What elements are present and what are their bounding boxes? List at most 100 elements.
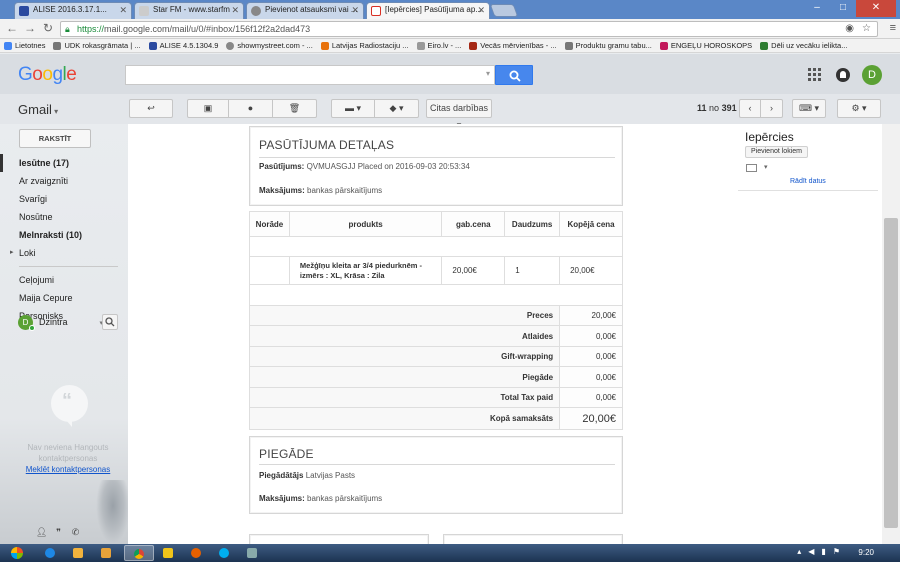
quantity-cell: 1 (504, 256, 561, 285)
nav-label-celojumi[interactable]: Ceļojumi (0, 271, 128, 289)
close-tab-icon[interactable]: ✕ (231, 5, 239, 16)
more-actions-button[interactable]: Citas darbības ▾ (426, 99, 492, 130)
bookmark[interactable]: showmystreet.com - ... (226, 41, 313, 50)
search-people-button[interactable] (102, 314, 118, 330)
move-to-button[interactable]: ▬ ▾ (331, 99, 375, 118)
hangouts-me[interactable]: D Dzintra (18, 314, 118, 332)
browser-toolbar: ← → ↻ 🔒︎ https://mail.google.com/mail/u/… (0, 19, 900, 39)
notifications-bell-icon[interactable] (836, 68, 850, 82)
show-details-link[interactable]: Rādīt datus (790, 178, 826, 185)
hangouts-icon[interactable]: ❞ (53, 527, 64, 538)
taskbar-ie[interactable] (38, 545, 62, 561)
account-avatar[interactable]: D (862, 65, 882, 85)
taskbar-media[interactable] (94, 545, 118, 561)
taskbar-firefox[interactable] (184, 545, 208, 561)
taskbar-app[interactable] (156, 545, 180, 561)
nav-drafts[interactable]: Melnraksti (10) (0, 226, 128, 244)
col-header-product: produkts (288, 211, 443, 237)
expand-arrow-icon[interactable]: ▸ (10, 244, 14, 262)
star-icon[interactable]: ☆ (862, 23, 871, 34)
bookmark[interactable]: ALISE 4.5.1304.9 (148, 41, 218, 50)
page-scrollbar[interactable] (882, 124, 900, 544)
close-tab-icon[interactable]: ✕ (351, 5, 359, 16)
browser-tab-active[interactable]: [Iepērcies] Pasūtījuma ap... ✕ (366, 2, 490, 19)
gmail-menu[interactable]: Gmail (18, 102, 58, 117)
hangouts-quote-icon: “ (51, 385, 88, 427)
google-logo[interactable]: Google (18, 64, 77, 86)
newer-button[interactable]: ‹ (739, 99, 761, 118)
new-tab-button[interactable] (489, 4, 519, 17)
envelope-icon[interactable] (746, 164, 757, 172)
bookmark[interactable]: ENGEĻU HOROSKOPS (659, 41, 752, 50)
taskbar-skype[interactable] (212, 545, 236, 561)
browser-tab[interactable]: Pievienot atsauksmi vai ... ✕ (246, 2, 364, 19)
settings-button[interactable]: ⚙ ▾ (837, 99, 881, 118)
maximize-icon[interactable]: □ (830, 0, 856, 17)
bookmark[interactable]: Dēli uz vecāku ielikta... (760, 41, 847, 50)
label-tag-icon: ◆ ▾ (389, 103, 404, 113)
archive-button[interactable]: ▣ (187, 99, 229, 118)
report-spam-button[interactable]: ● (229, 99, 273, 118)
app-icon (163, 548, 173, 558)
minimize-icon[interactable]: – (804, 0, 830, 17)
media-player-icon (101, 548, 111, 558)
spam-icon: ● (247, 103, 254, 113)
phone-icon[interactable]: ✆ (70, 527, 81, 538)
find-contacts-link[interactable]: Meklēt kontaktpersonas (18, 465, 118, 474)
start-button[interactable] (4, 544, 30, 562)
back-to-inbox-button[interactable]: ↩ (129, 99, 173, 118)
bookmark[interactable]: Vecās mērvienības - ... (469, 41, 557, 50)
older-button[interactable]: › (761, 99, 783, 118)
nav-sent[interactable]: Nosūtne (0, 208, 128, 226)
nav-label-maija-cepure[interactable]: Maija Cepure (0, 289, 128, 307)
person-icon[interactable]: 👤︎ (36, 527, 47, 538)
taskbar-clock[interactable]: 9:20 (858, 548, 874, 557)
search-button[interactable] (495, 65, 533, 85)
nav-inbox[interactable]: Iesūtne (17) (0, 154, 128, 172)
add-to-circles-button[interactable]: Pievienot lokiem (745, 146, 808, 158)
nav-starred[interactable]: Ar zvaigznīti (0, 172, 128, 190)
contact-name: Dzintra (39, 317, 103, 327)
search-input[interactable]: ▾ (125, 65, 495, 85)
chevron-down-icon[interactable]: ▾ (764, 163, 768, 171)
windows-taskbar: ▴ ◀︎ ▮ ⚑ 9:20 (0, 544, 900, 562)
input-tools-button[interactable]: ⌨ ▾ (792, 99, 826, 118)
bookmarks-bar: Lietotnes UDK rokasgrāmata | ... ALISE 4… (0, 39, 900, 53)
scrollbar-thumb[interactable] (884, 218, 898, 528)
bookmark[interactable]: Produktu gramu tabu... (564, 41, 652, 50)
forward-icon[interactable]: → (23, 21, 37, 35)
close-tab-icon[interactable]: ✕ (119, 5, 127, 16)
volume-icon[interactable]: ◀︎ (808, 547, 814, 556)
taskbar-app[interactable] (240, 545, 264, 561)
compose-button[interactable]: RAKSTĪT (19, 129, 91, 148)
nav-circles[interactable]: ▸ Loki (0, 244, 128, 262)
search-options-caret-icon[interactable]: ▾ (486, 69, 490, 78)
reload-icon[interactable]: ↻ (41, 21, 55, 35)
back-icon[interactable]: ← (5, 21, 19, 35)
browser-tab[interactable]: Star FM - www.starfm ✕ (134, 2, 244, 19)
taskbar-explorer[interactable] (66, 545, 90, 561)
bookmark[interactable]: Latvijas Radiostaciju ... (320, 41, 409, 50)
tray-arrow-icon[interactable]: ▴ (797, 547, 801, 556)
network-icon[interactable]: ▮ (821, 547, 825, 556)
labels-button[interactable]: ◆ ▾ (375, 99, 419, 118)
page-icon (564, 41, 573, 50)
browser-menu-icon[interactable]: ≡ (890, 22, 896, 34)
flag-icon[interactable]: ⚑ (833, 547, 840, 556)
eye-icon[interactable]: ◉ (845, 23, 854, 34)
address-bar[interactable]: 🔒︎ https://mail.google.com/mail/u/0/#inb… (60, 21, 878, 37)
nav-important[interactable]: Svarīgi (0, 190, 128, 208)
delete-button[interactable]: 🗑︎ (273, 99, 317, 118)
close-tab-icon[interactable]: ✕ (477, 5, 485, 16)
bookmark[interactable]: Lietotnes (4, 41, 45, 50)
google-apps-icon[interactable] (808, 68, 822, 82)
payment-row: Maksājums: bankas pārskaitījums (259, 186, 383, 195)
taskbar-chrome[interactable] (124, 545, 154, 561)
bookmark[interactable]: Eiro.lv - ... (416, 41, 461, 50)
sender-name: Iepērcies (745, 130, 794, 144)
bookmark[interactable]: UDK rokasgrāmata | ... (53, 41, 141, 50)
keyboard-icon: ⌨ ▾ (798, 103, 819, 113)
browser-tab[interactable]: ALISE 2016.3.17.1... ✕ (14, 2, 132, 19)
totals-row: Gift-wrapping 0,00€ (248, 346, 623, 367)
window-close-icon[interactable]: ✕ (856, 0, 896, 17)
